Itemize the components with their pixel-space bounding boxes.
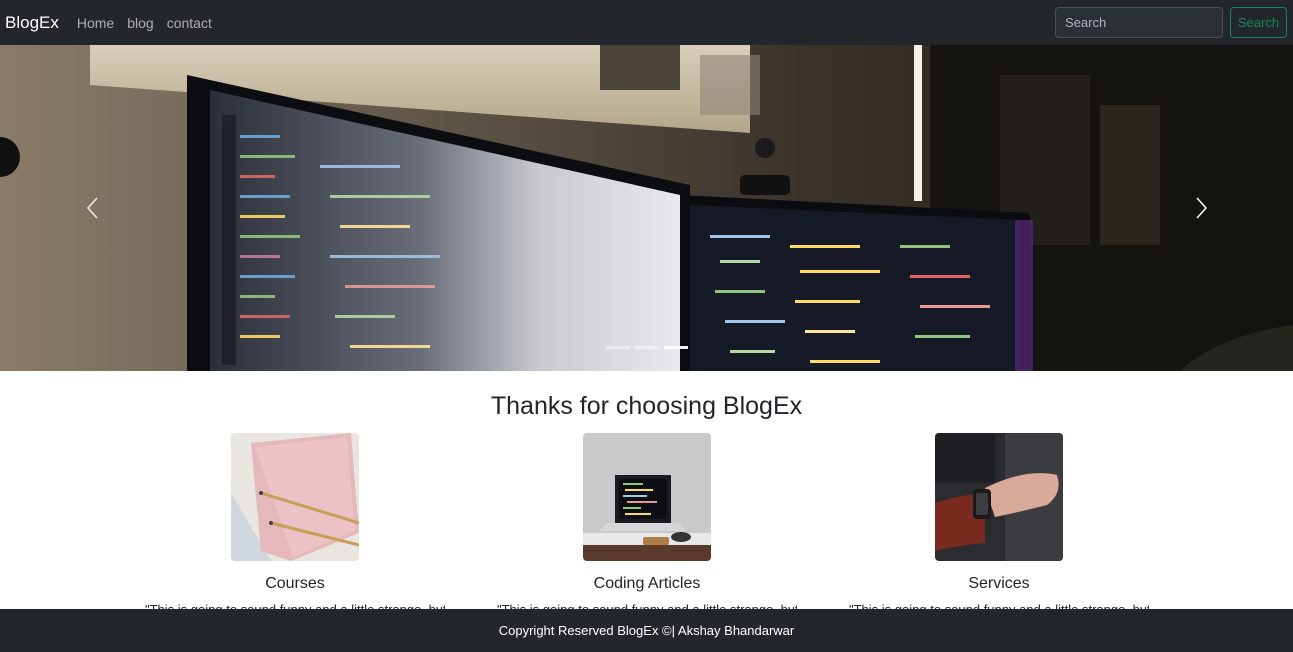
services-thumbnail (935, 433, 1063, 561)
hero-carousel (0, 45, 1293, 371)
carousel-next-button[interactable] (1108, 45, 1293, 371)
card-title-coding-articles: Coding Articles (593, 575, 701, 592)
carousel-prev-button[interactable] (0, 45, 185, 371)
top-navbar: BlogEx Home blog contact Search (0, 0, 1293, 45)
feature-card-courses: Courses "This is going to sound funny an… (145, 433, 445, 617)
chevron-right-icon (1195, 197, 1207, 219)
feature-card-services: Services "This is going to sound funny a… (849, 433, 1149, 617)
search-form: Search (1055, 7, 1287, 38)
card-title-courses: Courses (265, 575, 325, 592)
nav-link-contact[interactable]: contact (167, 15, 212, 31)
carousel-indicators (606, 346, 688, 349)
nav-link-home[interactable]: Home (77, 15, 114, 31)
nav-links: Home blog contact (77, 15, 225, 31)
carousel-indicator-1[interactable] (606, 346, 630, 349)
card-title-services: Services (968, 575, 1030, 592)
carousel-slide-image (0, 45, 1293, 371)
coding-articles-thumbnail (583, 433, 711, 561)
carousel-indicator-2[interactable] (635, 346, 659, 349)
feature-card-coding-articles: Coding Articles "This is going to sound … (497, 433, 797, 617)
carousel-indicator-3[interactable] (664, 346, 688, 349)
search-button[interactable]: Search (1230, 7, 1287, 38)
footer: Copyright Reserved BlogEx ©| Akshay Bhan… (0, 609, 1293, 652)
chevron-left-icon (86, 197, 98, 219)
brand-logo[interactable]: BlogEx (5, 13, 59, 33)
footer-copyright: Copyright Reserved BlogEx ©| Akshay Bhan… (498, 623, 795, 638)
nav-link-blog[interactable]: blog (127, 15, 153, 31)
courses-thumbnail (231, 433, 359, 561)
search-input[interactable] (1055, 7, 1223, 38)
section-heading: Thanks for choosing BlogEx (490, 392, 803, 420)
